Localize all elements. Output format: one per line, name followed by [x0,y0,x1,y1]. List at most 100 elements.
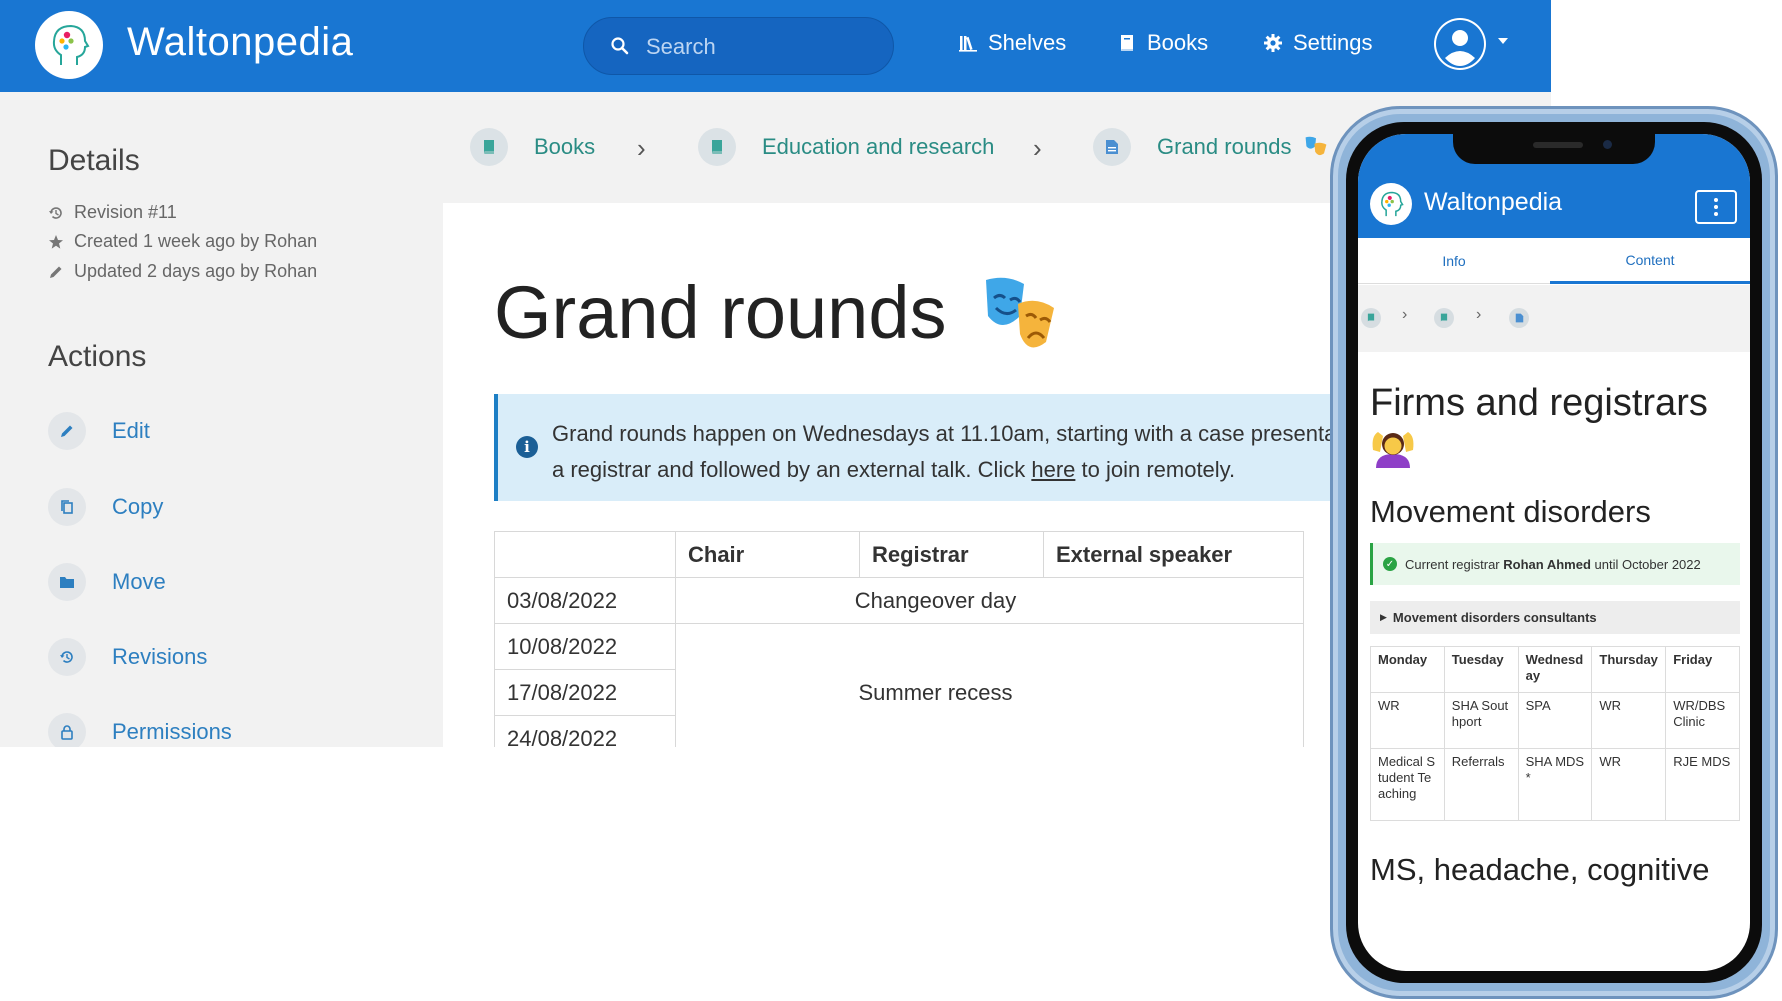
row-note: Changeover day [675,577,1304,624]
phone-bezel: Waltonpedia Info Content › › Firms and r… [1346,122,1762,983]
nav-books-label: Books [1147,30,1209,55]
created-meta: Created 1 week ago by Rohan [48,231,317,252]
callout-line-2-end: to join remotely. [1075,457,1236,482]
pencil-icon [50,266,62,278]
app-logo[interactable] [35,11,103,79]
nav-shelves[interactable]: Shelves [958,30,1066,56]
header-friday: Friday [1665,646,1740,693]
table-header-external-speaker: External speaker [1043,531,1304,578]
callout-text: Grand rounds happen on Wednesdays at 11.… [552,416,1452,488]
header-thursday: Thursday [1591,646,1667,693]
nav-books[interactable]: Books [1117,30,1208,56]
table-header-blank [494,531,676,578]
row-date: 10/08/2022 [494,623,676,670]
breadcrumb-grand-rounds-label: Grand rounds [1157,134,1292,159]
mobile-section-heading: Movement disorders [1370,494,1651,529]
header-tuesday: Tuesday [1443,646,1519,693]
edit-action[interactable]: Edit [48,412,150,450]
breadcrumb-book-icon[interactable] [1434,308,1454,328]
pencil-icon [61,425,73,437]
move-action[interactable]: Move [48,563,166,601]
move-label: Move [112,569,166,594]
triangle-right-icon: ▶ [1380,612,1387,622]
copy-icon [61,500,73,514]
table-cell: WR [1591,692,1667,749]
chevron-down-icon[interactable] [1498,38,1508,44]
page-icon [1106,140,1118,154]
left-sidebar: Details Revision #11 Created 1 week ago … [0,92,443,747]
copy-label: Copy [112,494,164,519]
revisions-action[interactable]: Revisions [48,638,207,676]
callout-line-2: a registrar and followed by an external … [552,452,1452,488]
phone-notch [1453,134,1655,164]
phone-mockup: Waltonpedia Info Content › › Firms and r… [1330,106,1778,999]
header-monday: Monday [1370,646,1445,693]
kebab-menu-icon[interactable] [1695,190,1737,224]
breadcrumb-education[interactable]: Education and research [698,128,994,166]
search-bar[interactable] [583,17,894,75]
mobile-page-title: Firms and registrars [1370,382,1708,424]
breadcrumb-grand-rounds[interactable]: Grand rounds [1093,128,1328,166]
top-header-bar: Waltonpedia Shelves Books [0,0,1551,92]
table-row: WR SHA Southport SPA WR WR/DBS Clinic [1370,692,1740,749]
mobile-tabs: Info Content [1358,238,1750,284]
table-cell: RJE MDS [1665,748,1740,821]
details-summary: Movement disorders consultants [1392,610,1597,625]
created-text: Created 1 week ago by Rohan [74,231,318,251]
details-heading: Details [48,144,140,177]
chevron-right-icon: › [1402,306,1408,323]
breadcrumb-books[interactable]: Books [470,128,595,166]
callout-line-1: Grand rounds happen on Wednesdays at 11.… [552,421,1422,446]
tab-info[interactable]: Info [1358,238,1550,284]
user-avatar[interactable] [1434,18,1486,70]
head-logo-icon [1381,191,1404,217]
table-cell: WR [1370,692,1445,749]
join-remotely-link[interactable]: here [1031,457,1075,482]
breadcrumb-page-icon[interactable] [1509,308,1529,328]
table-cell: SHA Southport [1443,692,1519,749]
updated-text: Updated 2 days ago by Rohan [74,261,318,281]
check-icon: ✓ [1383,557,1397,571]
mobile-app-logo[interactable] [1370,183,1412,225]
header-wednesday: Wednesday [1517,646,1593,693]
table-cell: WR/DBS Clinic [1665,692,1740,749]
phone-screen: Waltonpedia Info Content › › Firms and r… [1358,134,1750,971]
nav-settings[interactable]: Settings [1263,30,1373,56]
callout-line-2-start: a registrar and followed by an external … [552,457,1032,482]
info-callout: i Grand rounds happen on Wednesdays at 1… [494,394,1422,501]
info-icon: i [516,436,538,458]
desktop-screenshot: Waltonpedia Shelves Books [0,0,1551,747]
head-logo-icon [52,24,90,65]
table-cell: SPA [1517,692,1593,749]
table-header-row: Chair Registrar External speaker [494,531,1304,578]
mobile-breadcrumb: › › [1358,285,1750,352]
mobile-app-title[interactable]: Waltonpedia [1424,188,1562,217]
breadcrumb-book-icon[interactable] [1361,308,1381,328]
search-input[interactable] [646,30,876,64]
table-cell: SHA MDS* [1517,748,1593,821]
consultants-details-toggle[interactable]: ▶ Movement disorders consultants [1370,601,1740,634]
star-icon [49,234,63,249]
permissions-label: Permissions [112,719,232,744]
search-icon [611,37,629,55]
permissions-action[interactable]: Permissions [48,713,232,747]
row-date: 17/08/2022 [494,669,676,716]
table-row: Medical Student Teaching Referrals SHA M… [1370,748,1740,821]
tab-content[interactable]: Content [1550,238,1750,284]
success-text: Current registrar Rohan Ahmed until Octo… [1405,557,1701,572]
history-icon [49,206,62,219]
breadcrumb-education-label: Education and research [762,134,995,159]
revision-text: Revision #11 [74,202,177,222]
consultants-table: Monday Tuesday Wednesday Thursday Friday… [1370,646,1740,821]
app-title[interactable]: Waltonpedia [127,20,353,65]
copy-action[interactable]: Copy [48,488,163,526]
actions-heading: Actions [48,340,147,373]
success-text-end: until October 2022 [1590,556,1701,572]
book-icon [484,140,494,154]
theatre-masks-icon [1305,136,1326,156]
table-header-registrar: Registrar [859,531,1044,578]
page-title: Grand rounds [494,271,947,354]
book-icon [712,140,722,154]
revisions-label: Revisions [112,644,208,669]
shelves-icon [959,36,977,52]
